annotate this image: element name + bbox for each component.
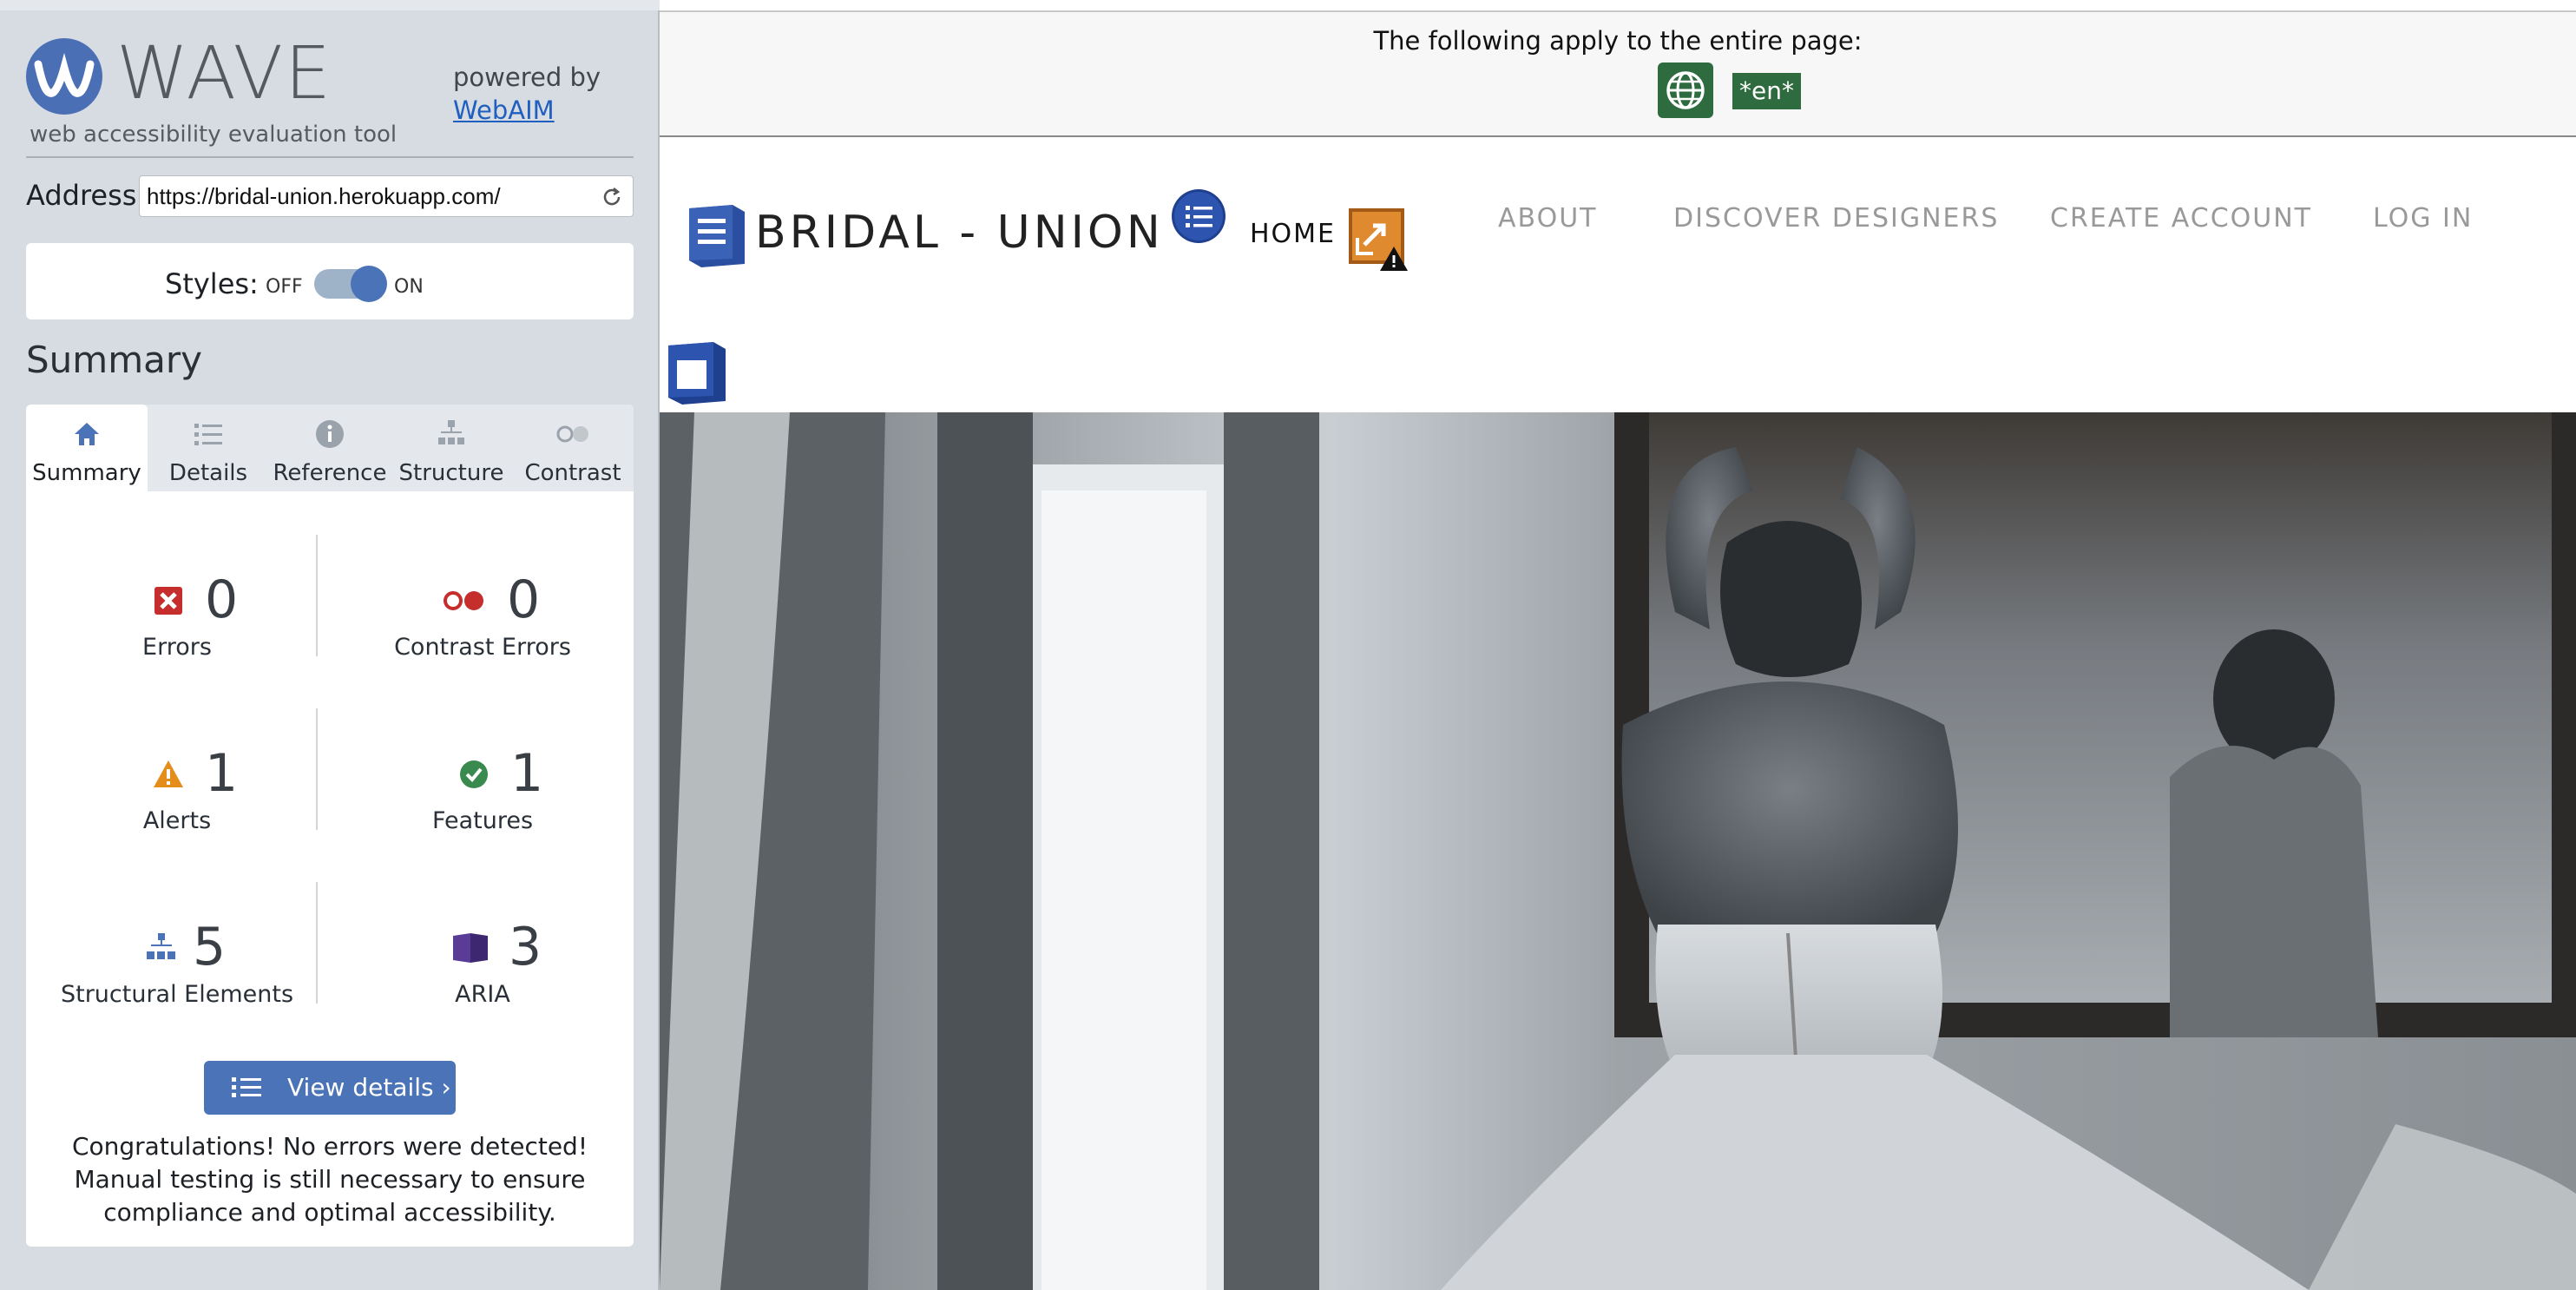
tab-label: Contrast — [524, 460, 621, 486]
site-header: BRIDAL - UNION HOME ABOUT DISCOVER DESIG… — [660, 139, 2576, 412]
contrast-icon — [556, 425, 588, 443]
feature-check-icon — [460, 760, 488, 788]
global-annotations-text: The following apply to the entire page: — [1373, 26, 1863, 56]
info-icon — [316, 420, 344, 448]
error-icon — [154, 587, 182, 615]
styles-toggle-panel: Styles: OFF ON — [26, 243, 634, 319]
globe-language-icon[interactable] — [1658, 63, 1713, 118]
wave-title: WAVE — [116, 30, 333, 115]
wave-sidebar: WAVE web accessibility evaluation tool p… — [0, 0, 660, 1290]
wave-subtitle: web accessibility evaluation tool — [30, 122, 398, 148]
refresh-icon[interactable] — [600, 185, 624, 209]
stat-contrast-errors: 0 Contrast Errors — [344, 569, 621, 661]
page-preview: The following apply to the entire page: … — [660, 0, 2576, 1290]
features-count: 1 — [510, 743, 544, 804]
stats-separator — [316, 882, 318, 1004]
sidebar-top-strip — [0, 0, 660, 10]
nav-list-icon[interactable] — [1170, 188, 1227, 245]
aria-label: ARIA — [455, 981, 510, 1008]
styles-label: Styles: — [165, 267, 259, 300]
aria-count: 3 — [509, 917, 542, 977]
alerts-label: Alerts — [142, 807, 212, 834]
header-structure-icon[interactable] — [686, 203, 748, 269]
sidebar-tabs: Summary Details Reference Structure Cont… — [26, 405, 634, 491]
styles-toggle[interactable] — [314, 266, 387, 302]
language-badge[interactable]: *en* — [1732, 73, 1801, 109]
stat-errors: 0 Errors — [38, 569, 316, 661]
alert-icon — [154, 760, 183, 787]
summary-heading: Summary — [26, 339, 202, 381]
tab-details[interactable]: Details — [148, 405, 269, 491]
address-input[interactable]: https://bridal-union.herokuapp.com/ — [139, 175, 634, 217]
nav-about[interactable]: ABOUT — [1498, 203, 1597, 234]
list-icon — [194, 424, 222, 445]
contrast-error-icon — [444, 591, 483, 610]
tab-label: Structure — [398, 460, 504, 486]
home-icon — [75, 423, 99, 445]
features-label: Features — [431, 807, 534, 834]
nav-create-account[interactable]: CREATE ACCOUNT — [2050, 203, 2312, 234]
webaim-link[interactable]: WebAIM — [453, 95, 555, 125]
hierarchy-icon — [438, 420, 464, 444]
stats-separator — [316, 535, 318, 656]
contrast-errors-label: Contrast Errors — [394, 634, 571, 661]
stat-aria: 3 ARIA — [344, 917, 621, 1008]
stat-alerts: 1 Alerts — [38, 743, 316, 834]
styles-on-label: ON — [394, 276, 424, 298]
header-region-icon[interactable] — [667, 340, 729, 406]
tab-label: Details — [168, 460, 248, 486]
errors-label: Errors — [142, 634, 212, 661]
site-brand[interactable]: BRIDAL - UNION — [755, 207, 1164, 259]
global-annotations-bar: The following apply to the entire page: … — [660, 10, 2576, 137]
alerts-count: 1 — [205, 743, 239, 804]
aria-icon — [453, 933, 488, 963]
tab-reference[interactable]: Reference — [269, 405, 391, 491]
summary-panel: Summary Details Reference Structure Cont… — [26, 405, 634, 1247]
structural-label: Structural Elements — [60, 981, 294, 1008]
congratulations-message: Congratulations! No errors were detected… — [71, 1132, 588, 1227]
errors-count: 0 — [205, 569, 239, 630]
tab-structure[interactable]: Structure — [391, 405, 512, 491]
sidebar-divider — [26, 156, 634, 158]
tab-label: Summary — [32, 460, 141, 486]
tab-summary[interactable]: Summary — [26, 405, 148, 491]
stats-separator — [316, 708, 318, 830]
nav-log-in[interactable]: LOG IN — [2373, 203, 2473, 234]
nav-home[interactable]: HOME — [1250, 219, 1336, 249]
structure-icon — [147, 933, 175, 959]
address-label: Address: — [26, 179, 147, 212]
hero-image — [660, 412, 2576, 1290]
redundant-link-alert-icon[interactable] — [1345, 207, 1411, 273]
nav-discover-designers[interactable]: DISCOVER DESIGNERS — [1673, 203, 1999, 234]
bride-photo — [660, 412, 2576, 1290]
contrast-errors-count: 0 — [507, 569, 541, 630]
structural-count: 5 — [193, 917, 227, 977]
tab-label: Reference — [273, 460, 387, 486]
tab-contrast[interactable]: Contrast — [512, 405, 634, 491]
view-details-button[interactable]: View details › — [204, 1061, 456, 1115]
address-value: https://bridal-union.herokuapp.com/ — [147, 183, 501, 209]
stat-structural: 5 Structural Elements — [38, 917, 316, 1008]
view-details-label: View details › — [287, 1073, 451, 1102]
list-icon — [232, 1077, 261, 1097]
styles-off-label: OFF — [266, 276, 303, 298]
toggle-knob — [351, 266, 387, 302]
stat-features: 1 Features — [344, 743, 621, 834]
powered-by-text: powered by — [453, 63, 601, 92]
wave-logo-icon — [26, 38, 102, 115]
